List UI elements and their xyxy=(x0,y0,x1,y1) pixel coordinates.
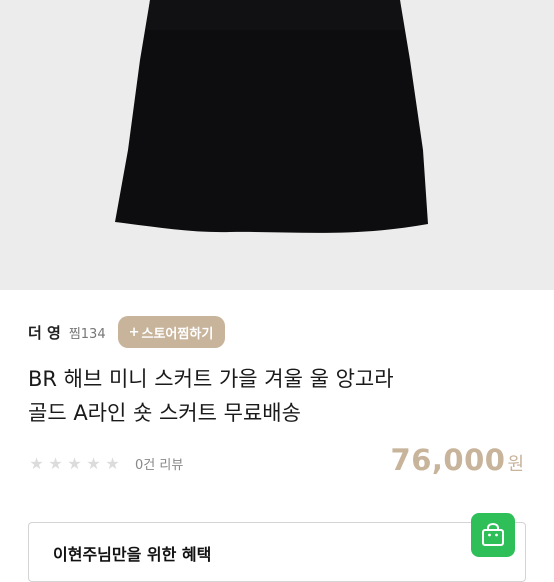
store-likes-count: 찜134 xyxy=(68,326,106,342)
skirt-image xyxy=(0,0,554,290)
store-like-label: 스토어찜하기 xyxy=(141,326,214,342)
product-title: BR 해브 미니 스커트 가을 겨울 울 앙고라 골드 A라인 숏 스커트 무료… xyxy=(28,362,538,430)
product-price: 76,000 원 xyxy=(391,443,524,483)
shopping-bag-icon xyxy=(482,522,504,546)
seller-name[interactable]: 더 영 xyxy=(28,322,61,343)
review-count[interactable]: 0건 리뷰 xyxy=(135,454,183,473)
star-icon: ★ xyxy=(105,453,120,473)
price-value: 76,000 xyxy=(390,443,506,477)
benefit-card[interactable]: 이현주님만을 위한 혜택 xyxy=(28,513,526,582)
rating-row[interactable]: ★ ★ ★ ★ ★ 0건 리뷰 xyxy=(28,453,183,473)
product-photo[interactable] xyxy=(0,0,554,290)
product-title-line-2: 골드 A라인 숏 스커트 무료배송 xyxy=(28,401,301,425)
shopping-bag-button[interactable] xyxy=(471,513,515,557)
store-like-button[interactable]: + 스토어찜하기 xyxy=(117,316,226,348)
star-icon: ★ xyxy=(86,453,101,473)
product-info: 더 영 찜134 + 스토어찜하기 BR 해브 미니 스커트 가을 겨울 울 앙… xyxy=(0,290,554,582)
rating-stars: ★ ★ ★ ★ ★ xyxy=(28,455,123,472)
plus-icon: + xyxy=(128,324,140,340)
benefit-title: 이현주님만을 위한 혜택 xyxy=(53,545,212,564)
product-title-line-1: BR 해브 미니 스커트 가을 겨울 울 앙고라 xyxy=(28,367,394,391)
star-icon: ★ xyxy=(67,453,82,473)
star-icon: ★ xyxy=(48,453,63,473)
price-unit: 원 xyxy=(507,454,524,475)
seller-row: 더 영 찜134 + 스토어찜하기 xyxy=(28,316,226,348)
star-icon: ★ xyxy=(29,453,44,473)
